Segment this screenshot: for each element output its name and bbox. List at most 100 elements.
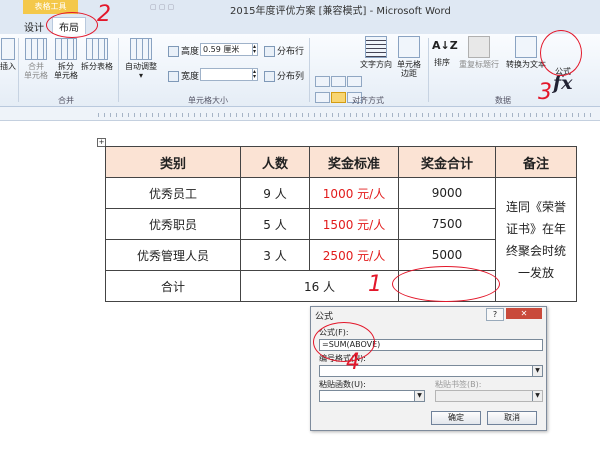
distribute-cols-button[interactable]: 分布列 xyxy=(264,69,304,82)
table-cell[interactable]: 9 人 xyxy=(240,177,310,209)
merge-cells-icon xyxy=(25,38,47,60)
dropdown-caret-icon: ▾ xyxy=(138,71,143,80)
title-bar: 表格工具 ▢ ▢ ▢ 2015年度评优方案 [兼容模式] - Microsoft… xyxy=(0,0,600,17)
merge-cells-button[interactable]: 合并 单元格 xyxy=(22,38,50,80)
height-input[interactable]: 0.59 厘米 xyxy=(200,43,254,56)
table-cell[interactable]: 优秀员工 xyxy=(105,177,241,209)
table-cell[interactable]: 优秀职员 xyxy=(105,208,241,240)
sort-az-icon: A↓Z xyxy=(432,39,458,52)
paste-function-label: 粘贴函数(U): xyxy=(319,380,366,389)
distribute-cols-icon xyxy=(264,71,275,82)
text-direction-icon xyxy=(365,36,387,58)
chevron-down-icon[interactable]: ▼ xyxy=(532,366,542,376)
cell-margins-icon xyxy=(398,36,420,58)
table-header-cell[interactable]: 备注 xyxy=(495,146,577,178)
annotation-circle-formula-field xyxy=(313,322,375,362)
quick-access-toolbar: ▢ ▢ ▢ xyxy=(150,3,175,11)
align-top-center-icon[interactable] xyxy=(331,76,346,87)
cancel-button[interactable]: 取消 xyxy=(487,411,537,425)
table-cell[interactable]: 1500 元/人 xyxy=(309,208,399,240)
repeat-header-icon xyxy=(468,36,490,58)
chevron-down-icon[interactable]: ▼ xyxy=(532,391,542,401)
total-label-cell[interactable]: 合计 xyxy=(105,270,241,302)
table-header-cell[interactable]: 奖金标准 xyxy=(309,146,399,178)
help-icon[interactable]: ? xyxy=(486,308,504,321)
paste-bookmark-select[interactable]: ▼ xyxy=(435,390,543,402)
width-input[interactable] xyxy=(200,68,254,81)
group-separator xyxy=(18,38,19,102)
group-separator xyxy=(118,38,119,102)
close-icon[interactable]: ✕ xyxy=(506,308,542,319)
distribute-rows-button[interactable]: 分布行 xyxy=(264,44,304,57)
table-header-cell[interactable]: 类别 xyxy=(105,146,241,178)
cell-size-group-label: 单元格大小 xyxy=(188,96,228,105)
annotation-number: 2 xyxy=(97,2,111,27)
insert-icon xyxy=(1,38,15,60)
annotation-circle-total-cell xyxy=(392,266,500,302)
repeat-header-button[interactable]: 重复标题行 xyxy=(455,36,503,69)
split-cells-label: 拆分 单元格 xyxy=(54,62,78,80)
convert-to-text-label: 转换为文本 xyxy=(506,60,546,69)
annotation-number: 4 xyxy=(346,350,360,375)
convert-to-text-icon xyxy=(515,36,537,58)
cell-margins-button[interactable]: 单元格 边距 xyxy=(394,36,424,78)
window-title: 2015年度评优方案 [兼容模式] - Microsoft Word xyxy=(230,6,451,17)
width-spinner[interactable]: ▴ ▾ xyxy=(252,68,258,81)
split-cells-icon xyxy=(55,38,77,60)
annotation-number: 3 xyxy=(538,80,552,105)
table-cell[interactable]: 2500 元/人 xyxy=(309,239,399,271)
sort-label: 排序 xyxy=(434,58,450,67)
data-group-label: 数据 xyxy=(495,96,511,105)
height-spinner[interactable]: ▴ ▾ xyxy=(252,43,258,56)
tab-design[interactable]: 设计 xyxy=(24,19,44,34)
award-table: 类别 人数 奖金标准 奖金合计 备注 优秀员工 9 人 1000 元/人 900… xyxy=(105,146,577,302)
insert-label: 插入 xyxy=(0,62,16,71)
ruler-ticks xyxy=(98,113,593,117)
height-label: 高度: xyxy=(168,44,202,57)
autofit-button[interactable]: 自动调整 ▾ xyxy=(121,38,161,80)
table-header-cell[interactable]: 奖金合计 xyxy=(398,146,496,178)
autofit-icon xyxy=(130,38,152,60)
table-row: 优秀员工 9 人 1000 元/人 9000 连同《荣誉证书》在年终聚会时统一发… xyxy=(105,177,577,302)
paste-function-select[interactable]: ▼ xyxy=(319,390,425,402)
align-middle-left-icon[interactable] xyxy=(315,92,330,103)
dialog-title: 公式 xyxy=(315,312,334,322)
remark-cell[interactable]: 连同《荣誉证书》在年终聚会时统一发放 xyxy=(495,177,577,302)
annotation-number: 1 xyxy=(368,272,382,297)
table-cell[interactable]: 7500 xyxy=(398,208,496,240)
ribbon: 插入 合并 单元格 拆分 单元格 拆分表格 合并 自动调整 ▾ 高度: 0.59 … xyxy=(0,34,600,119)
alignment-group-label: 对齐方式 xyxy=(352,96,384,105)
split-table-button[interactable]: 拆分表格 xyxy=(80,38,114,71)
align-top-right-icon[interactable] xyxy=(347,76,362,87)
paste-bookmark-label: 粘贴书签(B): xyxy=(435,380,482,389)
sort-button[interactable]: A↓Z 排序 xyxy=(430,36,458,67)
annotation-circle-layout-tab xyxy=(46,12,98,38)
text-direction-label: 文字方向 xyxy=(360,60,392,69)
horizontal-ruler[interactable] xyxy=(0,107,600,121)
text-direction-button[interactable]: 文字方向 xyxy=(358,36,394,69)
col-width-icon xyxy=(168,71,179,82)
table-cell[interactable]: 5 人 xyxy=(240,208,310,240)
group-separator xyxy=(428,38,429,102)
table-header-row: 类别 人数 奖金标准 奖金合计 备注 xyxy=(105,146,577,178)
chevron-down-icon[interactable]: ▼ xyxy=(414,391,424,401)
table-cell[interactable]: 3 人 xyxy=(240,239,310,271)
table-cell[interactable]: 9000 xyxy=(398,177,496,209)
split-table-icon xyxy=(86,38,108,60)
merge-group-label: 合并 xyxy=(58,96,74,105)
split-cells-button[interactable]: 拆分 单元格 xyxy=(52,38,80,80)
merge-cells-label: 合并 单元格 xyxy=(24,62,48,80)
insert-partial-button[interactable]: 插入 xyxy=(0,38,16,71)
align-top-left-icon[interactable] xyxy=(315,76,330,87)
row-height-icon xyxy=(168,46,179,57)
group-separator xyxy=(309,38,310,102)
table-cell[interactable]: 1000 元/人 xyxy=(309,177,399,209)
autofit-label: 自动调整 xyxy=(125,62,157,71)
width-label: 宽度: xyxy=(168,69,202,82)
ok-button[interactable]: 确定 xyxy=(431,411,481,425)
align-middle-center-icon[interactable] xyxy=(331,92,346,103)
table-header-cell[interactable]: 人数 xyxy=(240,146,310,178)
cell-margins-label: 单元格 边距 xyxy=(397,60,421,78)
table-cell[interactable]: 优秀管理人员 xyxy=(105,239,241,271)
annotation-circle-formula xyxy=(540,30,582,76)
